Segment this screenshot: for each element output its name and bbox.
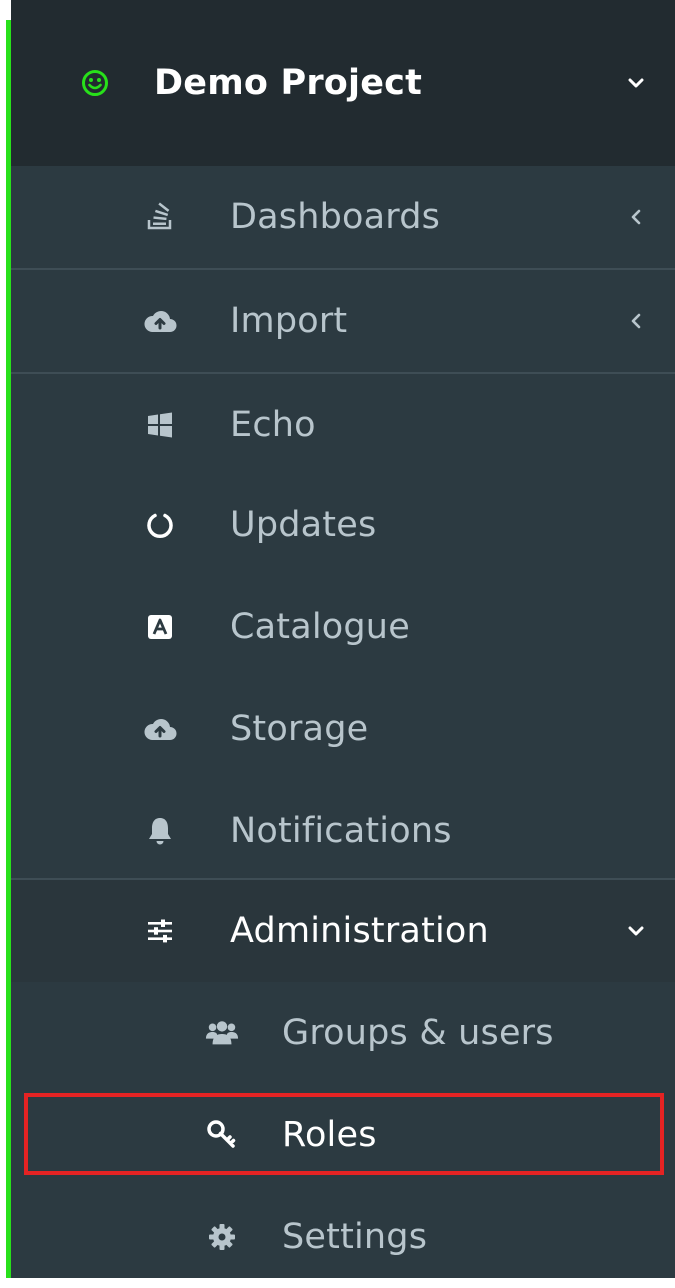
- stack-icon: [143, 200, 177, 234]
- nav-item-storage[interactable]: Storage: [11, 678, 675, 780]
- nav-item-administration[interactable]: Administration: [11, 878, 675, 982]
- nav-item-label: Updates: [230, 505, 377, 545]
- catalogue-a-icon: [143, 610, 177, 644]
- circle-notch-icon: [143, 508, 177, 542]
- nav-item-label: Administration: [230, 911, 489, 951]
- nav-item-label: Import: [230, 301, 348, 341]
- nav-item-label: Notifications: [230, 811, 452, 851]
- nav-item-echo[interactable]: Echo: [11, 372, 675, 476]
- chevron-down-icon: [625, 72, 647, 94]
- sidebar: Demo Project Dashboards Import Echo Upda…: [11, 0, 675, 1278]
- sliders-icon: [143, 914, 177, 948]
- smiley-icon: [78, 66, 112, 100]
- nav-item-import[interactable]: Import: [11, 268, 675, 372]
- highlight-box: [24, 1093, 664, 1175]
- subnav-item-label: Settings: [282, 1217, 428, 1257]
- subnav-item-label: Groups & users: [282, 1013, 554, 1053]
- nav-item-label: Storage: [230, 709, 369, 749]
- project-name: Demo Project: [154, 63, 423, 103]
- nav-item-label: Catalogue: [230, 607, 410, 647]
- chevron-down-icon: [625, 920, 647, 942]
- project-switcher[interactable]: Demo Project: [11, 32, 675, 134]
- subnav-item-groups-users[interactable]: Groups & users: [11, 982, 675, 1084]
- windows-icon: [143, 408, 177, 442]
- nav-item-catalogue[interactable]: Catalogue: [11, 576, 675, 678]
- chevron-left-icon: [625, 206, 647, 228]
- gear-icon: [205, 1220, 239, 1254]
- cloud-upload-icon: [143, 712, 177, 746]
- nav-item-updates[interactable]: Updates: [11, 474, 675, 576]
- project-header[interactable]: Demo Project: [11, 0, 675, 166]
- chevron-left-icon: [625, 310, 647, 332]
- nav-item-label: Echo: [230, 405, 316, 445]
- users-icon: [205, 1016, 239, 1050]
- nav-item-dashboards[interactable]: Dashboards: [11, 166, 675, 268]
- bell-icon: [143, 814, 177, 848]
- subnav-item-settings[interactable]: Settings: [11, 1186, 675, 1288]
- cloud-upload-icon: [143, 304, 177, 338]
- nav-item-notifications[interactable]: Notifications: [11, 780, 675, 882]
- app-frame: Demo Project Dashboards Import Echo Upda…: [0, 0, 675, 1278]
- nav-item-label: Dashboards: [230, 197, 441, 237]
